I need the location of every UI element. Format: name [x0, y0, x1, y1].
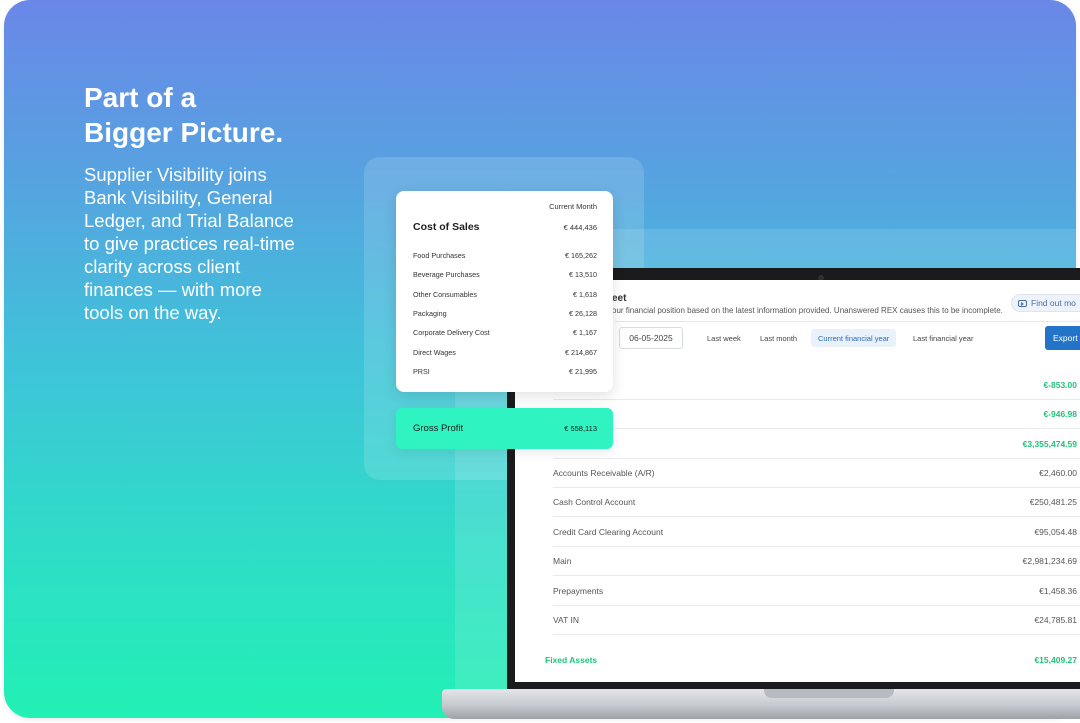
gross-profit-label: Gross Profit — [413, 423, 464, 434]
account-value: €24,785.81 — [1034, 615, 1077, 625]
cost-of-sales-total: € 444,436 — [563, 223, 597, 232]
cost-line: Packaging € 26,128 — [413, 309, 597, 321]
fixed-assets-label: Fixed Assets — [545, 655, 598, 665]
divider — [615, 321, 1080, 322]
summary-row: €-946.98 — [553, 400, 1080, 429]
gross-profit-value: € 558,113 — [564, 424, 597, 433]
cost-line: Beverage Purchases € 13,510 — [413, 270, 597, 282]
body-copy: Supplier Visibility joins Bank Visibilit… — [84, 164, 295, 323]
page-description: our financial position based on the late… — [612, 306, 1003, 315]
find-out-more-button[interactable]: Find out mo — [1011, 294, 1080, 312]
period-current-financial-year[interactable]: Current financial year — [811, 329, 897, 347]
cost-line-value: € 1,618 — [573, 290, 597, 299]
cost-line-value: € 214,867 — [565, 348, 597, 357]
account-row[interactable]: Accounts Receivable (A/R) €2,460.00 — [553, 459, 1080, 488]
summary-value: €-946.98 — [1043, 409, 1077, 419]
find-out-more-label: Find out mo — [1031, 298, 1076, 308]
cost-line-value: € 26,128 — [569, 309, 597, 318]
cost-line: Corporate Delivery Cost € 1,167 — [413, 328, 597, 340]
account-value: €250,481.25 — [1029, 497, 1077, 507]
cost-line: PRSI € 21,995 — [413, 367, 597, 379]
cost-line-name: Beverage Purchases — [413, 270, 480, 279]
cost-line-name: Food Purchases — [413, 251, 466, 260]
account-name: Accounts Receivable (A/R) — [553, 468, 655, 478]
page-title: eet — [612, 293, 627, 304]
cost-line-name: Other Consumables — [413, 290, 477, 299]
laptop-base — [442, 689, 1080, 719]
period-last-month[interactable]: Last month — [753, 329, 804, 347]
account-name: Prepayments — [553, 586, 604, 596]
headline: Part of a Bigger Picture. — [84, 80, 324, 150]
summary-row: €-853.00 — [553, 371, 1080, 400]
account-row[interactable]: Main €2,981,234.69 — [553, 547, 1080, 576]
account-row[interactable]: VAT IN €24,785.81 — [553, 606, 1080, 635]
cost-line-name: PRSI — [413, 367, 430, 376]
account-value: €1,458.36 — [1039, 586, 1077, 596]
cost-line-value: € 165,262 — [565, 251, 597, 260]
cost-line: Direct Wages € 214,867 — [413, 348, 597, 360]
cost-line-value: € 21,995 — [569, 367, 597, 376]
cost-line-value: € 13,510 — [569, 270, 597, 279]
cost-line-name: Direct Wages — [413, 348, 456, 357]
fixed-assets-row[interactable]: Fixed Assets €15,409.27 — [545, 655, 1080, 669]
account-value: €95,054.48 — [1034, 527, 1077, 537]
cost-line-value: € 1,167 — [573, 328, 597, 337]
cost-of-sales-title: Cost of Sales — [413, 221, 480, 233]
period-last-week[interactable]: Last week — [700, 329, 748, 347]
account-name: Credit Card Clearing Account — [553, 527, 664, 537]
date-input[interactable]: 06-05-2025 — [619, 327, 683, 349]
cost-of-sales-card: Current Month Cost of Sales € 444,436 Fo… — [396, 191, 613, 392]
period-last-financial-year[interactable]: Last financial year — [906, 329, 980, 347]
account-row[interactable]: Credit Card Clearing Account €95,054.48 — [553, 518, 1080, 547]
cost-line: Food Purchases € 165,262 — [413, 251, 597, 263]
headline-line-1: Part of a — [84, 82, 197, 113]
summary-row: €3,355,474.59 — [553, 430, 1080, 459]
account-row[interactable]: Prepayments €1,458.36 — [553, 577, 1080, 606]
account-name: Main — [553, 556, 572, 566]
headline-line-2: Bigger Picture. — [84, 117, 284, 148]
account-row[interactable]: Cash Control Account €250,481.25 — [553, 488, 1080, 517]
cost-line: Other Consumables € 1,618 — [413, 290, 597, 302]
fixed-assets-value: €15,409.27 — [1034, 655, 1077, 665]
laptop-base-notch — [764, 689, 894, 698]
cost-line-name: Corporate Delivery Cost — [413, 328, 490, 337]
account-name: Cash Control Account — [553, 497, 636, 507]
column-header: Current Month — [549, 202, 597, 211]
account-value: €2,460.00 — [1039, 468, 1077, 478]
account-value: €2,981,234.69 — [1022, 556, 1077, 566]
gross-profit-card: Gross Profit € 558,113 — [396, 408, 613, 449]
video-icon — [1018, 299, 1027, 307]
export-button[interactable]: Export — [1045, 326, 1080, 350]
summary-value: €3,355,474.59 — [1022, 439, 1077, 449]
summary-value: €-853.00 — [1043, 380, 1077, 390]
account-name: VAT IN — [553, 615, 579, 625]
cost-line-name: Packaging — [413, 309, 447, 318]
